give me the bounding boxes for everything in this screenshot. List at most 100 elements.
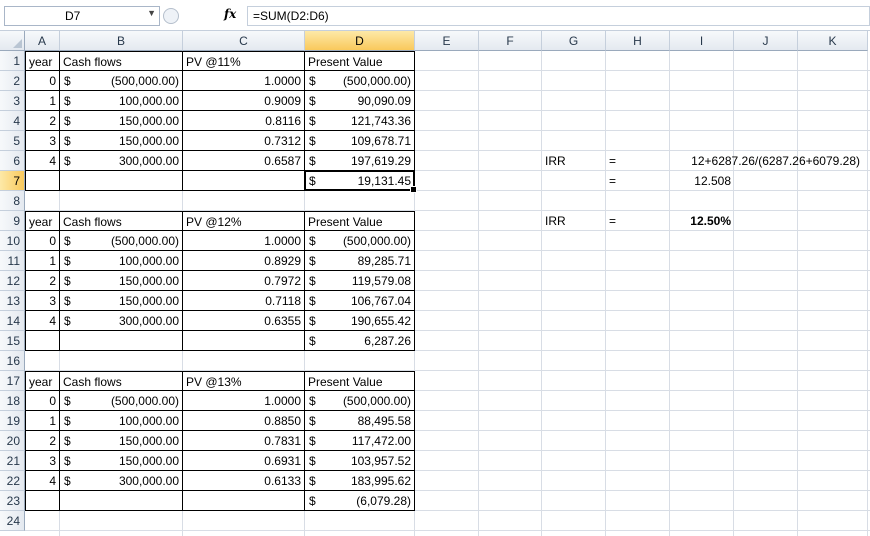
cash-flow-cell[interactable]: $150,000.00 [60, 291, 183, 311]
present-value-cell[interactable]: $121,743.36 [305, 111, 415, 131]
name-box[interactable]: D7 ▼ [4, 6, 160, 26]
year-cell[interactable]: 3 [25, 291, 60, 311]
year-cell[interactable]: 0 [25, 231, 60, 251]
irr-label[interactable]: IRR [542, 211, 606, 231]
cash-flow-cell[interactable]: $ (500,000.00) [60, 391, 183, 411]
column-header-e[interactable]: E [415, 31, 479, 51]
empty-cell[interactable] [60, 331, 183, 351]
present-value-cell[interactable]: $ (500,000.00) [305, 231, 415, 251]
pv-factor-cell[interactable]: 0.8929 [183, 251, 305, 271]
row-header-21[interactable]: 21 [0, 451, 25, 471]
empty-cell[interactable] [183, 331, 305, 351]
row-header-13[interactable]: 13 [0, 291, 25, 311]
cash-flow-cell[interactable]: $300,000.00 [60, 471, 183, 491]
irr-label[interactable]: IRR [542, 151, 606, 171]
empty-cell[interactable] [60, 491, 183, 511]
row-header-4[interactable]: 4 [0, 111, 25, 131]
formula-cancel-icon[interactable] [163, 8, 179, 24]
pv-factor-cell[interactable]: 0.6587 [183, 151, 305, 171]
present-value-cell[interactable]: $117,472.00 [305, 431, 415, 451]
table-header-present-value[interactable]: Present Value [305, 371, 415, 391]
present-value-cell[interactable]: $109,678.71 [305, 131, 415, 151]
year-cell[interactable]: 1 [25, 251, 60, 271]
empty-cell[interactable] [183, 491, 305, 511]
pv-factor-cell[interactable]: 0.8850 [183, 411, 305, 431]
formula-input[interactable]: =SUM(D2:D6) [247, 6, 870, 26]
empty-cell[interactable] [183, 171, 305, 191]
irr-result[interactable]: 12.508 [670, 171, 734, 191]
column-header-h[interactable]: H [606, 31, 670, 51]
year-cell[interactable]: 2 [25, 431, 60, 451]
empty-cell[interactable] [60, 171, 183, 191]
chevron-down-icon[interactable]: ▼ [147, 8, 156, 18]
column-header-d[interactable]: D [305, 31, 415, 51]
row-header-11[interactable]: 11 [0, 251, 25, 271]
column-header-j[interactable]: J [734, 31, 798, 51]
row-header-18[interactable]: 18 [0, 391, 25, 411]
pv-factor-cell[interactable]: 0.7312 [183, 131, 305, 151]
pv-factor-cell[interactable]: 0.6133 [183, 471, 305, 491]
row-header-9[interactable]: 9 [0, 211, 25, 231]
npv-total-cell[interactable]: $6,287.26 [305, 331, 415, 351]
insert-function-button[interactable]: fx [224, 7, 236, 21]
present-value-cell[interactable]: $89,285.71 [305, 251, 415, 271]
year-cell[interactable]: 3 [25, 131, 60, 151]
cash-flow-cell[interactable]: $150,000.00 [60, 111, 183, 131]
row-header-22[interactable]: 22 [0, 471, 25, 491]
cash-flow-cell[interactable]: $100,000.00 [60, 411, 183, 431]
column-header-b[interactable]: B [60, 31, 183, 51]
row-header-12[interactable]: 12 [0, 271, 25, 291]
pv-factor-cell[interactable]: 0.6355 [183, 311, 305, 331]
year-cell[interactable]: 3 [25, 451, 60, 471]
pv-factor-cell[interactable]: 1.0000 [183, 231, 305, 251]
table-header-present-value[interactable]: Present Value [305, 211, 415, 231]
equals-sign[interactable]: = [606, 211, 670, 231]
row-header-6[interactable]: 6 [0, 151, 25, 171]
present-value-cell[interactable]: $119,579.08 [305, 271, 415, 291]
row-header-8[interactable]: 8 [0, 191, 25, 211]
table-header-year[interactable]: year [25, 371, 60, 391]
column-header-i[interactable]: I [670, 31, 734, 51]
row-header-17[interactable]: 17 [0, 371, 25, 391]
present-value-cell[interactable]: $190,655.42 [305, 311, 415, 331]
present-value-cell[interactable]: $103,957.52 [305, 451, 415, 471]
row-header-2[interactable]: 2 [0, 71, 25, 91]
irr-final-value[interactable]: 12.50% [670, 211, 734, 231]
year-cell[interactable]: 4 [25, 311, 60, 331]
pv-factor-cell[interactable]: 0.7972 [183, 271, 305, 291]
cash-flow-cell[interactable]: $150,000.00 [60, 271, 183, 291]
empty-cell[interactable] [25, 491, 60, 511]
table-header-pv[interactable]: PV @12% [183, 211, 305, 231]
empty-cell[interactable] [25, 331, 60, 351]
equals-sign[interactable]: = [606, 151, 670, 171]
cash-flow-cell[interactable]: $150,000.00 [60, 431, 183, 451]
npv-total-cell[interactable]: $ (6,079.28) [305, 491, 415, 511]
cash-flow-cell[interactable]: $300,000.00 [60, 311, 183, 331]
row-header-24[interactable]: 24 [0, 511, 25, 531]
cash-flow-cell[interactable]: $ (500,000.00) [60, 71, 183, 91]
row-header-3[interactable]: 3 [0, 91, 25, 111]
row-header-14[interactable]: 14 [0, 311, 25, 331]
pv-factor-cell[interactable]: 1.0000 [183, 71, 305, 91]
year-cell[interactable]: 0 [25, 71, 60, 91]
cash-flow-cell[interactable]: $300,000.00 [60, 151, 183, 171]
year-cell[interactable]: 1 [25, 91, 60, 111]
table-header-pv[interactable]: PV @11% [183, 51, 305, 71]
present-value-cell[interactable]: $88,495.58 [305, 411, 415, 431]
table-header-pv[interactable]: PV @13% [183, 371, 305, 391]
row-header-15[interactable]: 15 [0, 331, 25, 351]
present-value-cell[interactable]: $ (500,000.00) [305, 71, 415, 91]
column-header-g[interactable]: G [542, 31, 606, 51]
irr-interpolation-formula[interactable]: 12+6287.26/(6287.26+6079.28) [670, 151, 863, 171]
year-cell[interactable]: 4 [25, 151, 60, 171]
row-header-7[interactable]: 7 [0, 171, 25, 191]
column-header-a[interactable]: A [25, 31, 60, 51]
row-header-23[interactable]: 23 [0, 491, 25, 511]
row-header-10[interactable]: 10 [0, 231, 25, 251]
cash-flow-cell[interactable]: $150,000.00 [60, 131, 183, 151]
table-header-present-value[interactable]: Present Value [305, 51, 415, 71]
pv-factor-cell[interactable]: 0.7118 [183, 291, 305, 311]
table-header-cash-flows[interactable]: Cash flows [60, 211, 183, 231]
column-header-f[interactable]: F [479, 31, 542, 51]
npv-total-cell[interactable]: $19,131.45 [305, 171, 415, 191]
